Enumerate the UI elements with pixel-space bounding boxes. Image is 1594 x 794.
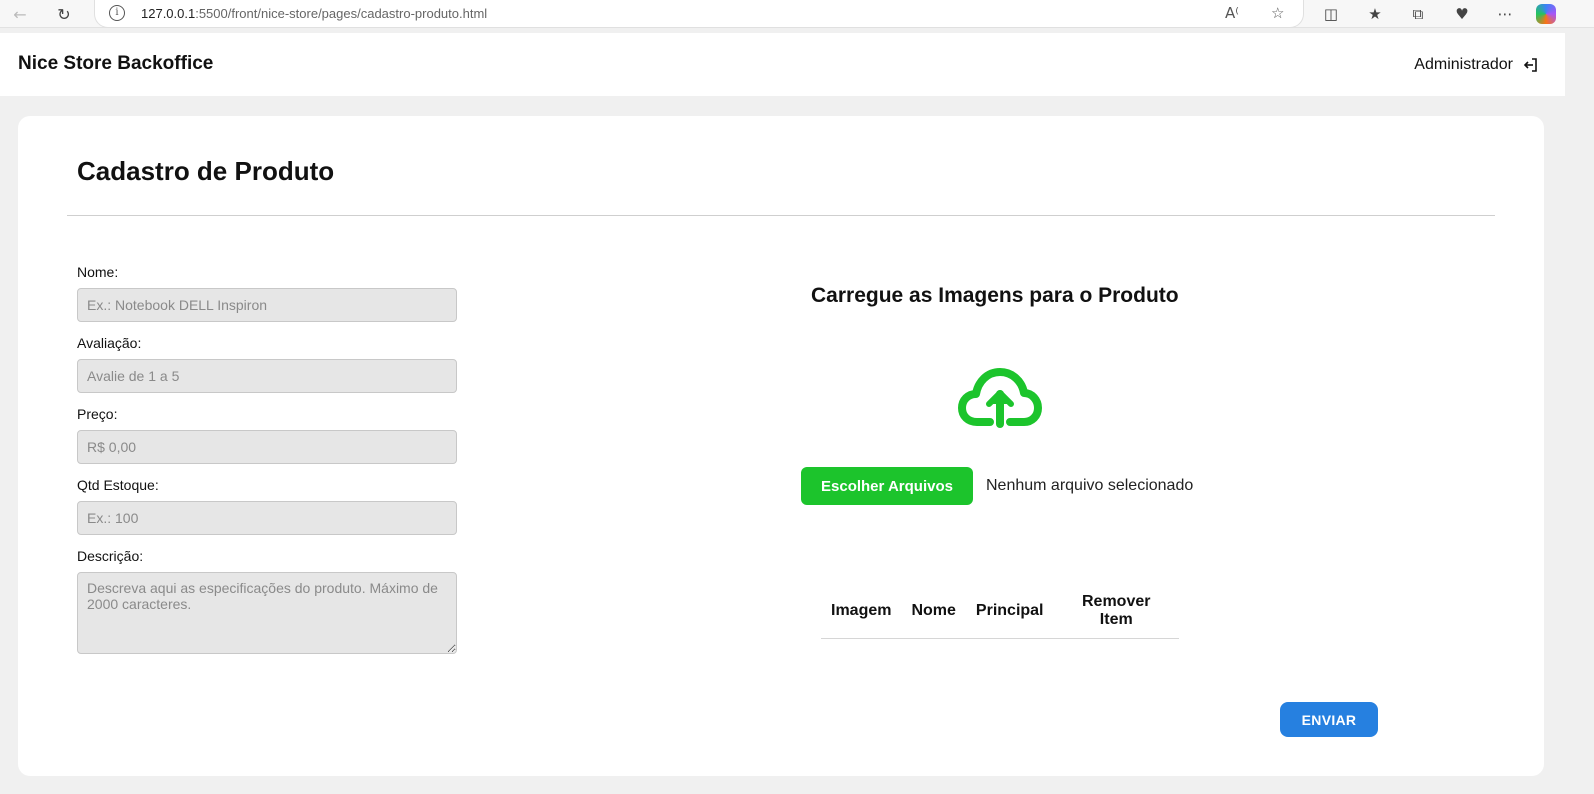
url-text: 127.0.0.1:5500/front/nice-store/pages/ca… <box>141 6 488 21</box>
rating-label: Avaliação: <box>77 335 142 351</box>
col-image: Imagem <box>821 587 902 639</box>
address-bar[interactable]: i 127.0.0.1:5500/front/nice-store/pages/… <box>94 0 1304 28</box>
col-main: Principal <box>965 587 1054 639</box>
browser-toolbar: ← ↻ i 127.0.0.1:5500/front/nice-store/pa… <box>0 0 1594 28</box>
col-remove: Remover Item <box>1053 587 1179 639</box>
logout-icon[interactable] <box>1523 57 1539 73</box>
read-aloud-icon[interactable]: A⁽ <box>1225 4 1239 22</box>
description-label: Descrição: <box>77 548 144 564</box>
browser-essentials-icon[interactable]: ♥ <box>1451 3 1473 25</box>
site-info-icon[interactable]: i <box>109 5 125 21</box>
submit-button[interactable]: ENVIAR <box>1280 702 1378 737</box>
split-screen-icon[interactable]: ◫ <box>1320 3 1342 25</box>
rating-input[interactable] <box>77 359 457 393</box>
product-form-card: Cadastro de Produto Nome: Avaliação: Pre… <box>18 116 1544 776</box>
brand-title: Nice Store Backoffice <box>18 53 214 74</box>
name-input[interactable] <box>77 288 457 322</box>
collections-icon[interactable]: ⧉ <box>1407 3 1429 25</box>
page-scrollbar[interactable] <box>1565 33 1594 794</box>
file-status-text: Nenhum arquivo selecionado <box>986 477 1194 494</box>
choose-files-button[interactable]: Escolher Arquivos <box>801 467 973 505</box>
more-options-icon[interactable]: ⋯ <box>1494 3 1516 25</box>
col-name: Nome <box>901 587 966 639</box>
favorite-star-icon[interactable]: ☆ <box>1271 4 1284 22</box>
favorites-icon[interactable]: ★ <box>1364 3 1386 25</box>
user-label: Administrador <box>1414 56 1513 73</box>
reload-icon[interactable]: ↻ <box>52 2 76 26</box>
description-textarea[interactable] <box>77 572 457 654</box>
app-header: Nice Store Backoffice Administrador <box>0 33 1565 96</box>
stock-label: Qtd Estoque: <box>77 477 159 493</box>
price-input[interactable] <box>77 430 457 464</box>
stock-input[interactable] <box>77 501 457 535</box>
name-label: Nome: <box>77 264 119 280</box>
cloud-upload-icon <box>958 368 1042 428</box>
page-title: Cadastro de Produto <box>77 156 335 186</box>
copilot-icon[interactable] <box>1536 4 1556 24</box>
upload-title: Carregue as Imagens para o Produto <box>811 284 1179 307</box>
table-header-row: Imagem Nome Principal Remover Item <box>821 587 1179 639</box>
user-menu[interactable]: Administrador <box>1414 56 1539 74</box>
price-label: Preço: <box>77 406 118 422</box>
product-form: Nome: Avaliação: Preço: Qtd Estoque: Des… <box>77 264 457 654</box>
back-icon[interactable]: ← <box>8 2 32 26</box>
divider <box>67 215 1495 216</box>
images-table: Imagem Nome Principal Remover Item <box>821 587 1179 639</box>
